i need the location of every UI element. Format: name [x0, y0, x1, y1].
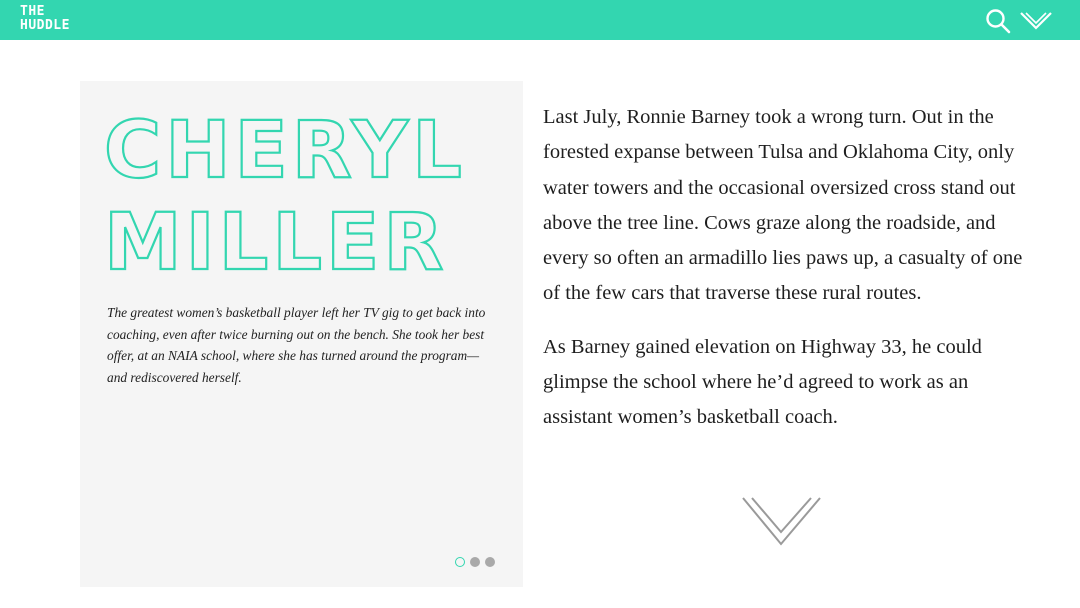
search-icon[interactable] [985, 8, 1011, 39]
slide-dot-2[interactable] [470, 557, 480, 567]
chevron-down-icon[interactable] [1019, 10, 1053, 37]
slide-dot-3[interactable] [485, 557, 495, 567]
slide-dot-1[interactable] [455, 557, 465, 567]
hero-panel: CHERYL MILLER The greatest women’s baske… [80, 81, 523, 587]
title-line-2: MILLER [104, 198, 447, 288]
title-line-1: CHERYL [104, 106, 466, 196]
logo-line-2: HUDDLE [20, 18, 70, 33]
scroll-down-chevron-icon[interactable] [740, 494, 824, 555]
top-bar: THE HUDDLE [0, 0, 1080, 40]
article-paragraph-1: Last July, Ronnie Barney took a wrong tu… [543, 106, 1023, 305]
article-body: Last July, Ronnie Barney took a wrong tu… [543, 100, 1023, 454]
site-logo[interactable]: THE HUDDLE [20, 5, 70, 33]
hero-title: CHERYL MILLER [103, 105, 484, 289]
logo-line-1: THE [20, 4, 45, 19]
article-dek: The greatest women’s basketball player l… [107, 305, 486, 385]
slide-indicator [455, 557, 495, 567]
article-paragraph-2: As Barney gained elevation on Highway 33… [543, 335, 982, 429]
